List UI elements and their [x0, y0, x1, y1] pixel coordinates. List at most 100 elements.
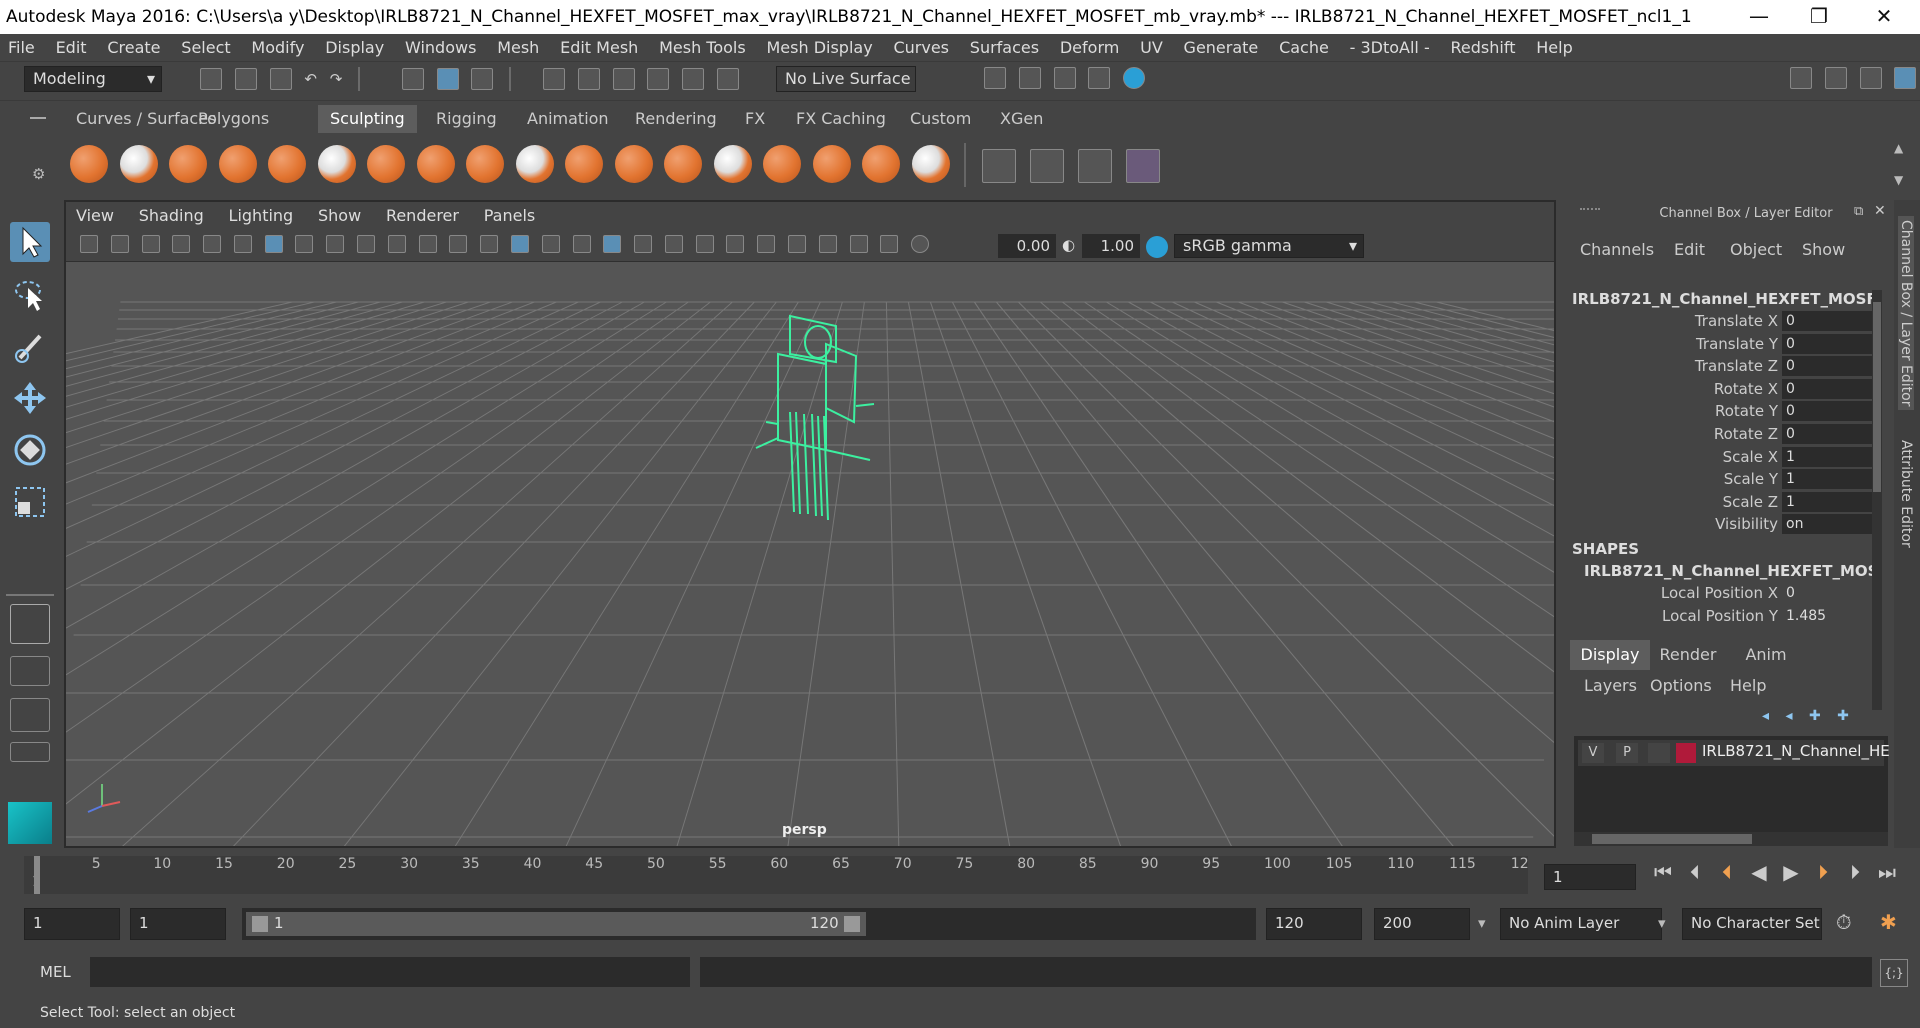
object-name[interactable]: IRLB8721_N_Channel_HEXFET_MOSFE... [1572, 290, 1872, 308]
smooth-shade-icon[interactable] [510, 234, 529, 253]
channel-row[interactable]: Rotate X0 [1566, 378, 1880, 400]
blend-shape-icon[interactable] [1126, 149, 1160, 183]
xray-joints-icon[interactable] [849, 234, 868, 253]
float-panel-icon[interactable]: ⧉ [1854, 204, 1863, 219]
render-frame-icon[interactable] [1018, 67, 1041, 89]
image-plane-icon[interactable] [172, 234, 191, 253]
smear-tool-icon[interactable] [763, 145, 801, 183]
channel-value-field[interactable]: 0 [1782, 378, 1874, 399]
exposure-field[interactable]: 0.00 [998, 234, 1056, 258]
select-hierarchy-icon[interactable] [401, 68, 424, 90]
tab-custom[interactable]: Custom [898, 105, 983, 133]
channels-menu[interactable]: Channels [1580, 240, 1654, 259]
menu-edit-mesh[interactable]: Edit Mesh [552, 34, 646, 62]
menu-curves[interactable]: Curves [885, 34, 957, 62]
mosfet-model[interactable] [755, 314, 875, 521]
menu-windows[interactable]: Windows [397, 34, 484, 62]
pinch-tool-icon[interactable] [268, 145, 306, 183]
viewport-menu-renderer[interactable]: Renderer [376, 202, 469, 230]
attribute-editor-icon[interactable] [1824, 67, 1847, 89]
tab-fx[interactable]: FX [733, 105, 777, 133]
wireframe-icon[interactable] [480, 234, 499, 253]
layer-color-swatch[interactable] [1676, 743, 1696, 763]
channel-value-field[interactable]: 1 [1782, 491, 1874, 512]
viewport-panel[interactable]: View Shading Lighting Show Renderer Pane… [64, 200, 1556, 848]
fill-tool-icon[interactable] [664, 145, 702, 183]
use-lights-icon[interactable] [634, 234, 653, 253]
tab-fx-caching[interactable]: FX Caching [784, 105, 898, 133]
menu-cache[interactable]: Cache [1271, 34, 1337, 62]
close-panel-icon[interactable]: ✕ [1874, 203, 1886, 219]
menuset-dropdown[interactable]: Modeling ▾ [24, 66, 162, 92]
ipr-render-icon[interactable] [1053, 67, 1076, 89]
film-gate-icon[interactable] [295, 234, 314, 253]
chevron-down-icon[interactable]: ▾ [1658, 914, 1666, 932]
channel-label[interactable]: Local Position X [1578, 582, 1778, 604]
viewport-menu-show[interactable]: Show [308, 202, 371, 230]
scene-end-field[interactable]: 200 [1374, 908, 1470, 940]
shape-channel-row[interactable]: Local Position Y 1.485 [1566, 605, 1880, 627]
undo-icon[interactable]: ↶ [304, 70, 317, 88]
menu-help[interactable]: Help [1528, 34, 1580, 62]
command-language-label[interactable]: MEL [40, 963, 71, 981]
magnet-icon[interactable] [716, 68, 739, 90]
layer-hscrollbar[interactable] [1574, 832, 1888, 846]
paint-select-icon[interactable] [10, 326, 50, 366]
menu-mesh-tools[interactable]: Mesh Tools [651, 34, 754, 62]
scene-start-field[interactable]: 1 [24, 908, 120, 940]
layer-display-type[interactable] [1648, 743, 1670, 763]
bookmark-icon[interactable] [141, 234, 160, 253]
move-tool-icon[interactable] [10, 378, 50, 418]
four-view-layout-icon[interactable] [10, 656, 50, 686]
gamma-field[interactable]: 1.00 [1082, 234, 1140, 258]
go-to-end-icon[interactable]: ⏭ [1874, 860, 1900, 884]
layer-visibility-toggle[interactable]: V [1582, 743, 1604, 763]
tab-sculpting[interactable]: Sculpting [318, 105, 417, 133]
single-perspective-layout-icon[interactable] [10, 604, 50, 644]
new-scene-icon[interactable] [200, 68, 222, 90]
channel-value-field[interactable]: 1.485 [1782, 606, 1874, 626]
tab-display[interactable]: Display [1570, 640, 1650, 670]
help-menu[interactable]: Help [1730, 676, 1766, 695]
play-forwards-icon[interactable]: ▶ [1778, 860, 1804, 884]
shape-channel-row[interactable]: Local Position X0 [1566, 582, 1880, 604]
mask-icon[interactable] [1030, 149, 1064, 183]
sculpt-tool-icon[interactable] [70, 145, 108, 183]
time-slider[interactable]: 1510152025303540455055606570758085909510… [0, 850, 1920, 900]
viewport-menu-view[interactable]: View [66, 202, 124, 230]
playback-end-field[interactable]: 120 [1266, 908, 1362, 940]
channel-label[interactable]: Rotate Y [1578, 400, 1778, 422]
menu-file[interactable]: File [0, 34, 43, 62]
menu-deform[interactable]: Deform [1052, 34, 1127, 62]
xray-active-icon[interactable] [880, 234, 899, 253]
shelf-scroll-down-icon[interactable]: ▼ [1894, 173, 1903, 187]
channel-value-field[interactable]: 1 [1782, 446, 1874, 467]
channel-label[interactable]: Visibility [1578, 513, 1778, 535]
menu-select[interactable]: Select [173, 34, 238, 62]
freeze-brush-tool-icon[interactable] [911, 145, 950, 183]
tab-xgen[interactable]: XGen [988, 105, 1055, 133]
tab-attribute-editor[interactable]: Attribute Editor [1898, 440, 1914, 548]
select-object-icon[interactable] [436, 68, 459, 90]
channel-value-field[interactable]: 0 [1782, 333, 1874, 354]
flatten-tool-icon[interactable] [317, 145, 356, 183]
range-end-grip[interactable] [844, 916, 860, 932]
channel-box-icon[interactable] [1894, 67, 1917, 89]
channel-label[interactable]: Scale Y [1578, 468, 1778, 490]
animation-preferences-icon[interactable]: ✱ [1880, 910, 1897, 934]
channel-value-field[interactable]: 0 [1782, 311, 1874, 331]
channel-row[interactable]: Rotate Z0 [1566, 423, 1880, 445]
shelf-menu-icon[interactable] [30, 117, 46, 119]
snap-view-icon[interactable] [647, 68, 670, 90]
shape-name[interactable]: IRLB8721_N_Channel_HEXFET_MOS... [1584, 562, 1874, 580]
xray-icon[interactable] [603, 234, 622, 253]
chevron-down-icon[interactable]: ▾ [1478, 914, 1486, 932]
step-back-key-icon[interactable]: ⏴ [1714, 860, 1740, 884]
scrape-tool-icon[interactable] [614, 145, 653, 183]
current-frame-field[interactable]: 1 [1544, 864, 1636, 890]
tab-animation[interactable]: Animation [515, 105, 621, 133]
snap-curve-icon[interactable] [577, 68, 600, 90]
range-start-grip[interactable] [252, 916, 268, 932]
restore-button[interactable]: ❐ [1790, 0, 1848, 34]
camera-icon[interactable] [80, 234, 98, 253]
